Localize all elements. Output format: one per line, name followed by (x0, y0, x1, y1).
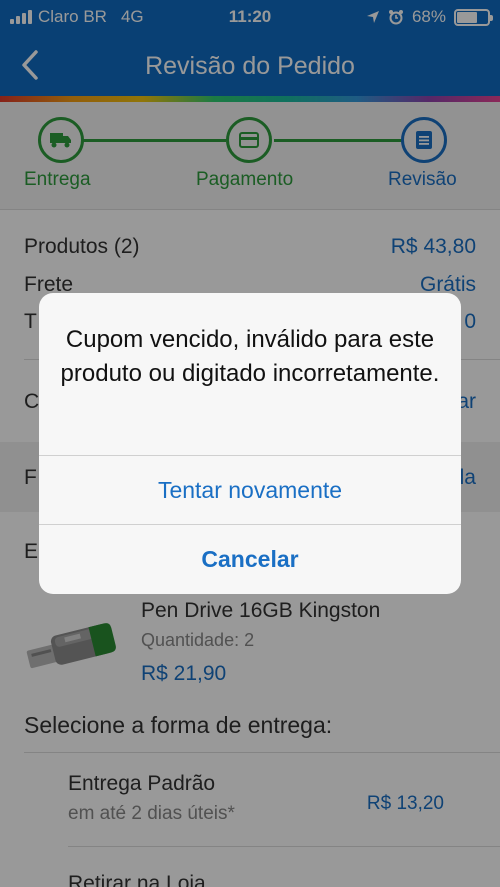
retry-button[interactable]: Tentar novamente (39, 456, 461, 525)
alert-message: Cupom vencido, inválido para este produt… (60, 326, 440, 387)
coupon-error-alert: Cupom vencido, inválido para este produt… (39, 293, 461, 594)
cancel-button[interactable]: Cancelar (39, 525, 461, 594)
